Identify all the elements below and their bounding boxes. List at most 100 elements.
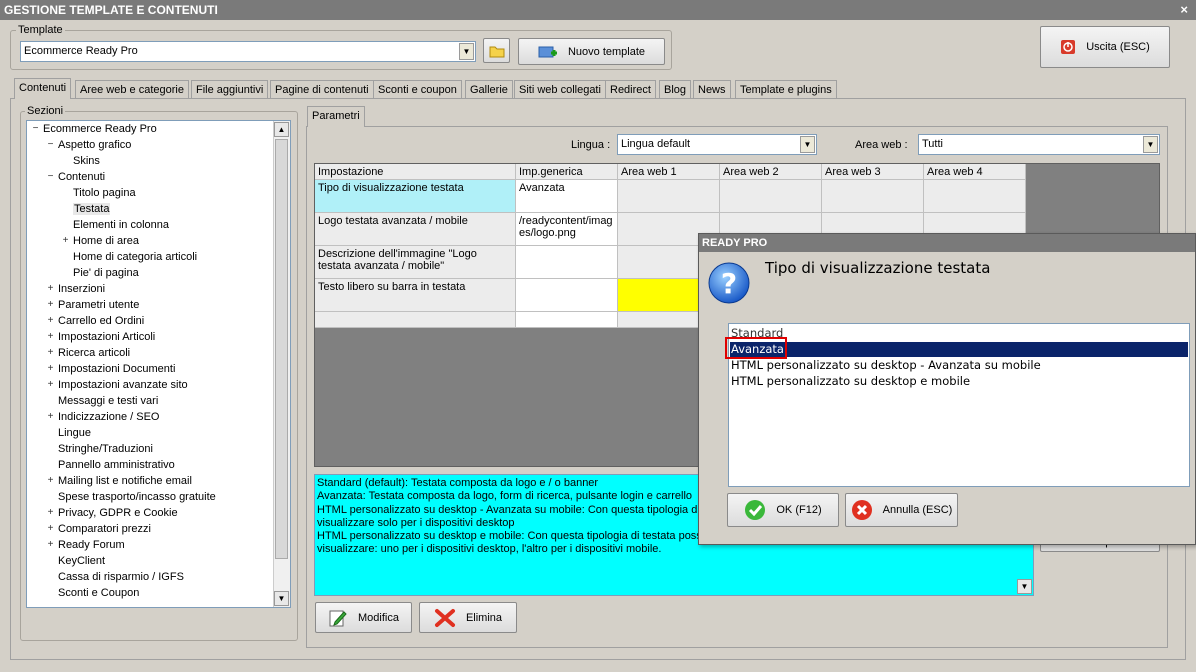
chevron-down-icon[interactable]: ▼ xyxy=(459,43,474,60)
cancel-button[interactable]: Annulla (ESC) xyxy=(845,493,958,527)
tree-node[interactable]: Cassa di risparmio / IGFS xyxy=(58,571,184,583)
template-select[interactable]: Ecommerce Ready Pro ▼ xyxy=(20,41,476,62)
sections-tree[interactable]: − Ecommerce Ready Pro − Aspetto grafico Skin… xyxy=(26,120,291,608)
tree-expander-icon[interactable]: + xyxy=(46,524,55,534)
tree-node[interactable]: Pannello amministrativo xyxy=(58,459,175,471)
tree-node[interactable]: Lingue xyxy=(58,427,91,439)
tree-expander-icon[interactable]: + xyxy=(46,348,55,358)
tree-node[interactable]: Sconti e Coupon xyxy=(58,587,139,599)
exit-label: Uscita (ESC) xyxy=(1086,41,1150,53)
tab-contenuti[interactable]: Contenuti xyxy=(14,78,72,99)
tree-expander-icon[interactable]: + xyxy=(61,236,70,246)
chevron-down-icon[interactable]: ▼ xyxy=(800,136,815,153)
tree-expander-icon[interactable]: − xyxy=(31,124,40,134)
tree-node[interactable]: Ricerca articoli xyxy=(58,347,130,359)
tree-node[interactable]: Comparatori prezzi xyxy=(58,523,151,535)
close-icon[interactable]: × xyxy=(1180,2,1188,17)
tree-node[interactable]: Elementi in colonna xyxy=(73,219,169,231)
tree-node[interactable]: Aspetto grafico xyxy=(58,139,131,151)
scroll-up-icon[interactable]: ▲ xyxy=(274,122,289,137)
tree-node[interactable]: Impostazioni avanzate sito xyxy=(58,379,188,391)
grid-row-value[interactable] xyxy=(516,246,618,279)
tab-pagine-contenuti[interactable]: Pagine di contenuti xyxy=(270,80,374,98)
tab-sconti-coupon[interactable]: Sconti e coupon xyxy=(373,80,462,98)
option-item[interactable]: HTML personalizzato su desktop e mobile xyxy=(731,374,970,388)
selection-marker xyxy=(725,337,787,359)
grid-row-value[interactable] xyxy=(516,312,618,328)
tree-node[interactable]: Parametri utente xyxy=(58,299,139,311)
tree-node[interactable]: Inserzioni xyxy=(58,283,105,295)
grid-row-name[interactable]: Testo libero su barra in testata xyxy=(315,279,516,312)
scroll-down-icon[interactable]: ▼ xyxy=(274,591,289,606)
chevron-down-icon[interactable]: ▼ xyxy=(1143,136,1158,153)
tree-node[interactable]: Impostazioni Articoli xyxy=(58,331,155,343)
lingua-select[interactable]: Lingua default ▼ xyxy=(617,134,817,155)
grid-cell[interactable] xyxy=(822,180,924,213)
tab-aree-web[interactable]: Aree web e categorie xyxy=(75,80,189,98)
tree-node[interactable]: KeyClient xyxy=(58,555,105,567)
tree-node[interactable]: Indicizzazione / SEO xyxy=(58,411,160,423)
tab-siti-web[interactable]: Siti web collegati xyxy=(514,80,606,98)
tree-node[interactable]: Stringhe/Traduzioni xyxy=(58,443,153,455)
tree-node[interactable]: Privacy, GDPR e Cookie xyxy=(58,507,178,519)
tab-parametri[interactable]: Parametri xyxy=(307,106,365,127)
tree-expander-icon[interactable]: + xyxy=(46,364,55,374)
tree-node[interactable]: Carrello ed Ordini xyxy=(58,315,144,327)
tab-gallerie[interactable]: Gallerie xyxy=(465,80,513,98)
delete-button[interactable]: Elimina xyxy=(419,602,517,633)
grid-row-value[interactable]: Avanzata xyxy=(516,180,618,213)
tree-expander-icon[interactable]: + xyxy=(46,380,55,390)
exit-button[interactable]: Uscita (ESC) xyxy=(1040,26,1170,68)
tree-node[interactable]: Spese trasporto/incasso gratuite xyxy=(58,491,216,503)
tab-file-aggiuntivi[interactable]: File aggiuntivi xyxy=(191,80,269,98)
grid-row-value[interactable] xyxy=(516,279,618,312)
tree-expander-icon[interactable]: + xyxy=(46,284,55,294)
grid-row-name[interactable]: Logo testata avanzata / mobile xyxy=(315,213,516,246)
tree-node[interactable]: Ecommerce Ready Pro xyxy=(43,123,157,135)
modify-button[interactable]: Modifica xyxy=(315,602,412,633)
tree-expander-icon[interactable]: + xyxy=(46,476,55,486)
tree-node[interactable]: Skins xyxy=(73,155,100,167)
tab-template-plugins[interactable]: Template e plugins xyxy=(735,80,837,98)
grid-header: Area web 2 xyxy=(720,164,822,180)
tab-redirect[interactable]: Redirect xyxy=(605,80,656,98)
new-template-button[interactable]: Nuovo template xyxy=(518,38,665,65)
tree-node[interactable]: Home di categoria articoli xyxy=(73,251,197,263)
tree-node[interactable]: Titolo pagina xyxy=(73,187,136,199)
options-listbox[interactable]: Standard Avanzata HTML personalizzato su… xyxy=(725,323,1190,487)
tree-node[interactable]: Impostazioni Documenti xyxy=(58,363,175,375)
tree-expander-icon[interactable]: − xyxy=(46,172,55,182)
tree-node[interactable]: Mailing list e notifiche email xyxy=(58,475,192,487)
ok-button[interactable]: OK (F12) xyxy=(727,493,839,527)
tree-node[interactable]: Pie' di pagina xyxy=(73,267,139,279)
grid-row-name[interactable] xyxy=(315,312,516,328)
tree-expander-icon[interactable]: + xyxy=(46,300,55,310)
scroll-thumb[interactable] xyxy=(275,139,288,559)
grid-row-name[interactable]: Tipo di visualizzazione testata xyxy=(315,180,516,213)
tree-scrollbar[interactable]: ▲ ▼ xyxy=(273,121,290,607)
choice-dialog: READY PRO ? Tipo di visualizzazione test… xyxy=(698,233,1196,545)
scroll-down-icon[interactable]: ▼ xyxy=(1017,579,1032,594)
grid-row-value[interactable]: /readycontent/images/logo.png xyxy=(516,213,618,246)
tree-expander-icon[interactable]: + xyxy=(46,540,55,550)
tree-node[interactable]: Contenuti xyxy=(58,171,105,183)
tree-expander-icon[interactable]: + xyxy=(46,316,55,326)
tab-blog[interactable]: Blog xyxy=(659,80,692,98)
grid-cell[interactable] xyxy=(618,180,720,213)
grid-cell[interactable] xyxy=(720,180,822,213)
tab-news[interactable]: News xyxy=(693,80,731,98)
tree-expander-icon[interactable]: + xyxy=(46,508,55,518)
tree-node[interactable]: Ready Forum xyxy=(58,539,125,551)
tree-node[interactable]: Messaggi e testi vari xyxy=(58,395,158,407)
tree-node[interactable]: Home di area xyxy=(73,235,139,247)
tree-expander-icon[interactable]: − xyxy=(46,140,55,150)
tree-node[interactable]: Testata xyxy=(73,203,111,215)
tree-expander-icon[interactable]: + xyxy=(46,412,55,422)
open-folder-button[interactable] xyxy=(483,38,510,63)
grid-cell[interactable] xyxy=(924,180,1026,213)
grid-header: Impostazione xyxy=(315,164,516,180)
area-web-select[interactable]: Tutti ▼ xyxy=(918,134,1160,155)
option-item[interactable]: HTML personalizzato su desktop - Avanzat… xyxy=(731,358,1041,372)
tree-expander-icon[interactable]: + xyxy=(46,332,55,342)
grid-row-name[interactable]: Descrizione dell'immagine "Logo testata … xyxy=(315,246,516,279)
